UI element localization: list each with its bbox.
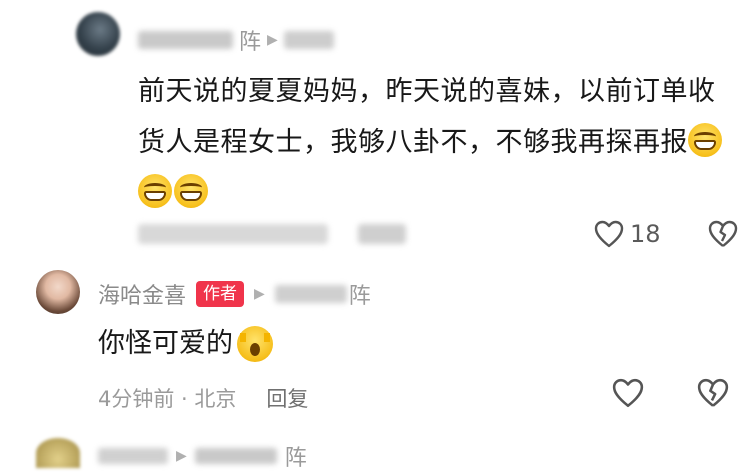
broken-heart-icon xyxy=(697,378,729,408)
dislike-button[interactable] xyxy=(708,220,738,248)
play-arrow-icon: ▶ xyxy=(267,32,278,48)
username-tail: 阵 xyxy=(348,284,371,309)
location: 北京 xyxy=(194,387,237,411)
grinning-face-icon xyxy=(138,174,172,208)
grinning-face-icon xyxy=(174,174,208,208)
timestamp: 4分钟前 xyxy=(98,387,175,411)
blurred-meta xyxy=(138,224,328,244)
like-button[interactable] xyxy=(612,378,644,408)
like-count: 18 xyxy=(630,220,661,248)
comment-author-row[interactable]: ▶ 阵 xyxy=(98,440,307,472)
avatar[interactable] xyxy=(36,438,80,468)
heart-outline-icon xyxy=(612,378,644,408)
username[interactable]: 海哈金喜 xyxy=(98,278,186,310)
author-badge: 作者 xyxy=(196,281,245,307)
comment-author-row[interactable]: 海哈金喜 作者 ▶ 阵 xyxy=(98,278,371,310)
dislike-button[interactable] xyxy=(697,378,729,408)
avatar[interactable] xyxy=(36,270,80,314)
reply-target[interactable]: 阵 xyxy=(274,278,371,310)
blurred-username xyxy=(274,285,347,303)
heart-outline-icon xyxy=(594,220,624,248)
username-tail: 阵 xyxy=(239,30,262,55)
comment-body: 前天说的夏夏妈妈，昨天说的喜妹，以前订单收货人是程女士，我够八卦不，不够我再探再… xyxy=(138,76,716,158)
time-location: 4分钟前 · 北京 xyxy=(98,387,237,411)
blurred-username xyxy=(138,31,233,49)
broken-heart-icon xyxy=(708,220,738,248)
comment-body: 你怪可爱的 xyxy=(98,328,233,359)
username-tail: 阵 xyxy=(284,446,307,471)
avatar[interactable] xyxy=(76,12,120,56)
comment-meta: 4分钟前 · 北京 回复 xyxy=(98,383,308,413)
shocked-face-icon xyxy=(237,326,273,362)
reply-button[interactable]: 回复 xyxy=(266,383,308,413)
like-button[interactable]: 18 xyxy=(594,220,661,248)
blurred-reply-target xyxy=(283,31,334,49)
comment-text: 前天说的夏夏妈妈，昨天说的喜妹，以前订单收货人是程女士，我够八卦不，不够我再探再… xyxy=(138,66,738,219)
comment-text: 你怪可爱的 xyxy=(98,322,273,366)
comment-author-row[interactable]: 阵 ▶ xyxy=(138,24,334,56)
blurred-reply-button xyxy=(358,224,406,244)
grinning-face-icon xyxy=(688,123,722,157)
play-arrow-icon: ▶ xyxy=(254,286,265,302)
